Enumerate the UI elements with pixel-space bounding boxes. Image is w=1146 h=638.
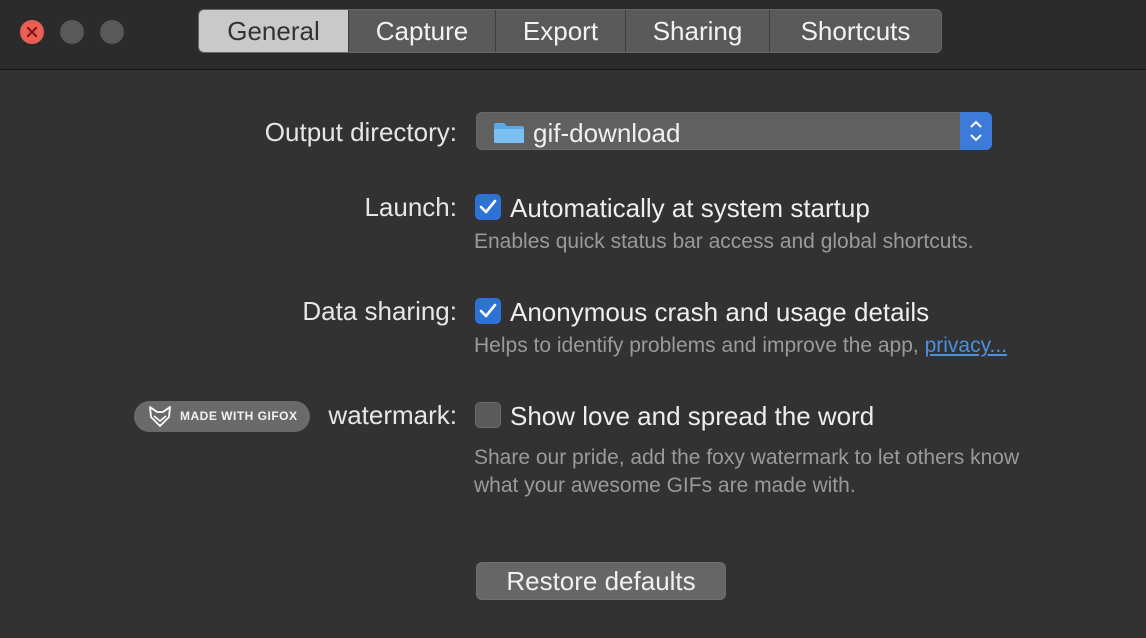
badge-text: MADE WITH GIFOX bbox=[180, 409, 298, 423]
launch-checkbox-label[interactable]: Automatically at system startup bbox=[510, 193, 870, 224]
watermark-hint-line-2: what your awesome GIFs are made with. bbox=[474, 474, 856, 497]
output-directory-value: gif-download bbox=[533, 118, 681, 148]
checkmark-icon bbox=[479, 199, 497, 214]
watermark-checkbox[interactable] bbox=[475, 402, 501, 428]
watermark-hint-line-1: Share our pride, add the foxy watermark … bbox=[474, 446, 1020, 469]
folder-icon bbox=[494, 123, 524, 143]
zoom-window-button[interactable] bbox=[100, 20, 124, 44]
restore-defaults-button[interactable]: Restore defaults bbox=[476, 562, 726, 600]
privacy-link[interactable]: privacy... bbox=[925, 334, 1007, 357]
close-window-button[interactable] bbox=[20, 20, 44, 44]
tab-sharing[interactable]: Sharing bbox=[626, 10, 770, 52]
tab-capture[interactable]: Capture bbox=[349, 10, 496, 52]
data-sharing-hint-text: Helps to identify problems and improve t… bbox=[474, 334, 919, 357]
data-sharing-checkbox-label[interactable]: Anonymous crash and usage details bbox=[510, 297, 929, 328]
data-sharing-checkbox[interactable] bbox=[475, 298, 501, 324]
data-sharing-hint: Helps to identify problems and improve t… bbox=[474, 332, 1007, 360]
watermark-label: watermark: bbox=[328, 400, 457, 430]
fox-icon bbox=[149, 406, 171, 427]
launch-hint: Enables quick status bar access and glob… bbox=[474, 230, 974, 253]
output-directory-select[interactable]: gif-download bbox=[476, 112, 992, 150]
output-directory-label: Output directory: bbox=[264, 117, 457, 147]
launch-checkbox[interactable] bbox=[475, 194, 501, 220]
launch-label: Launch: bbox=[364, 192, 457, 222]
tab-general[interactable]: General bbox=[199, 10, 349, 52]
watermark-checkbox-label[interactable]: Show love and spread the word bbox=[510, 401, 874, 432]
data-sharing-label: Data sharing: bbox=[302, 296, 457, 326]
checkmark-icon bbox=[479, 303, 497, 318]
select-stepper[interactable] bbox=[960, 112, 992, 150]
tab-export[interactable]: Export bbox=[496, 10, 626, 52]
tab-shortcuts[interactable]: Shortcuts bbox=[770, 10, 941, 52]
gifox-watermark-badge: MADE WITH GIFOX bbox=[134, 401, 310, 432]
minimize-window-button[interactable] bbox=[60, 20, 84, 44]
title-bar: General Capture Export Sharing Shortcuts bbox=[0, 0, 1146, 70]
chevron-up-down-icon bbox=[970, 120, 982, 142]
preferences-tabs: General Capture Export Sharing Shortcuts bbox=[198, 9, 942, 53]
